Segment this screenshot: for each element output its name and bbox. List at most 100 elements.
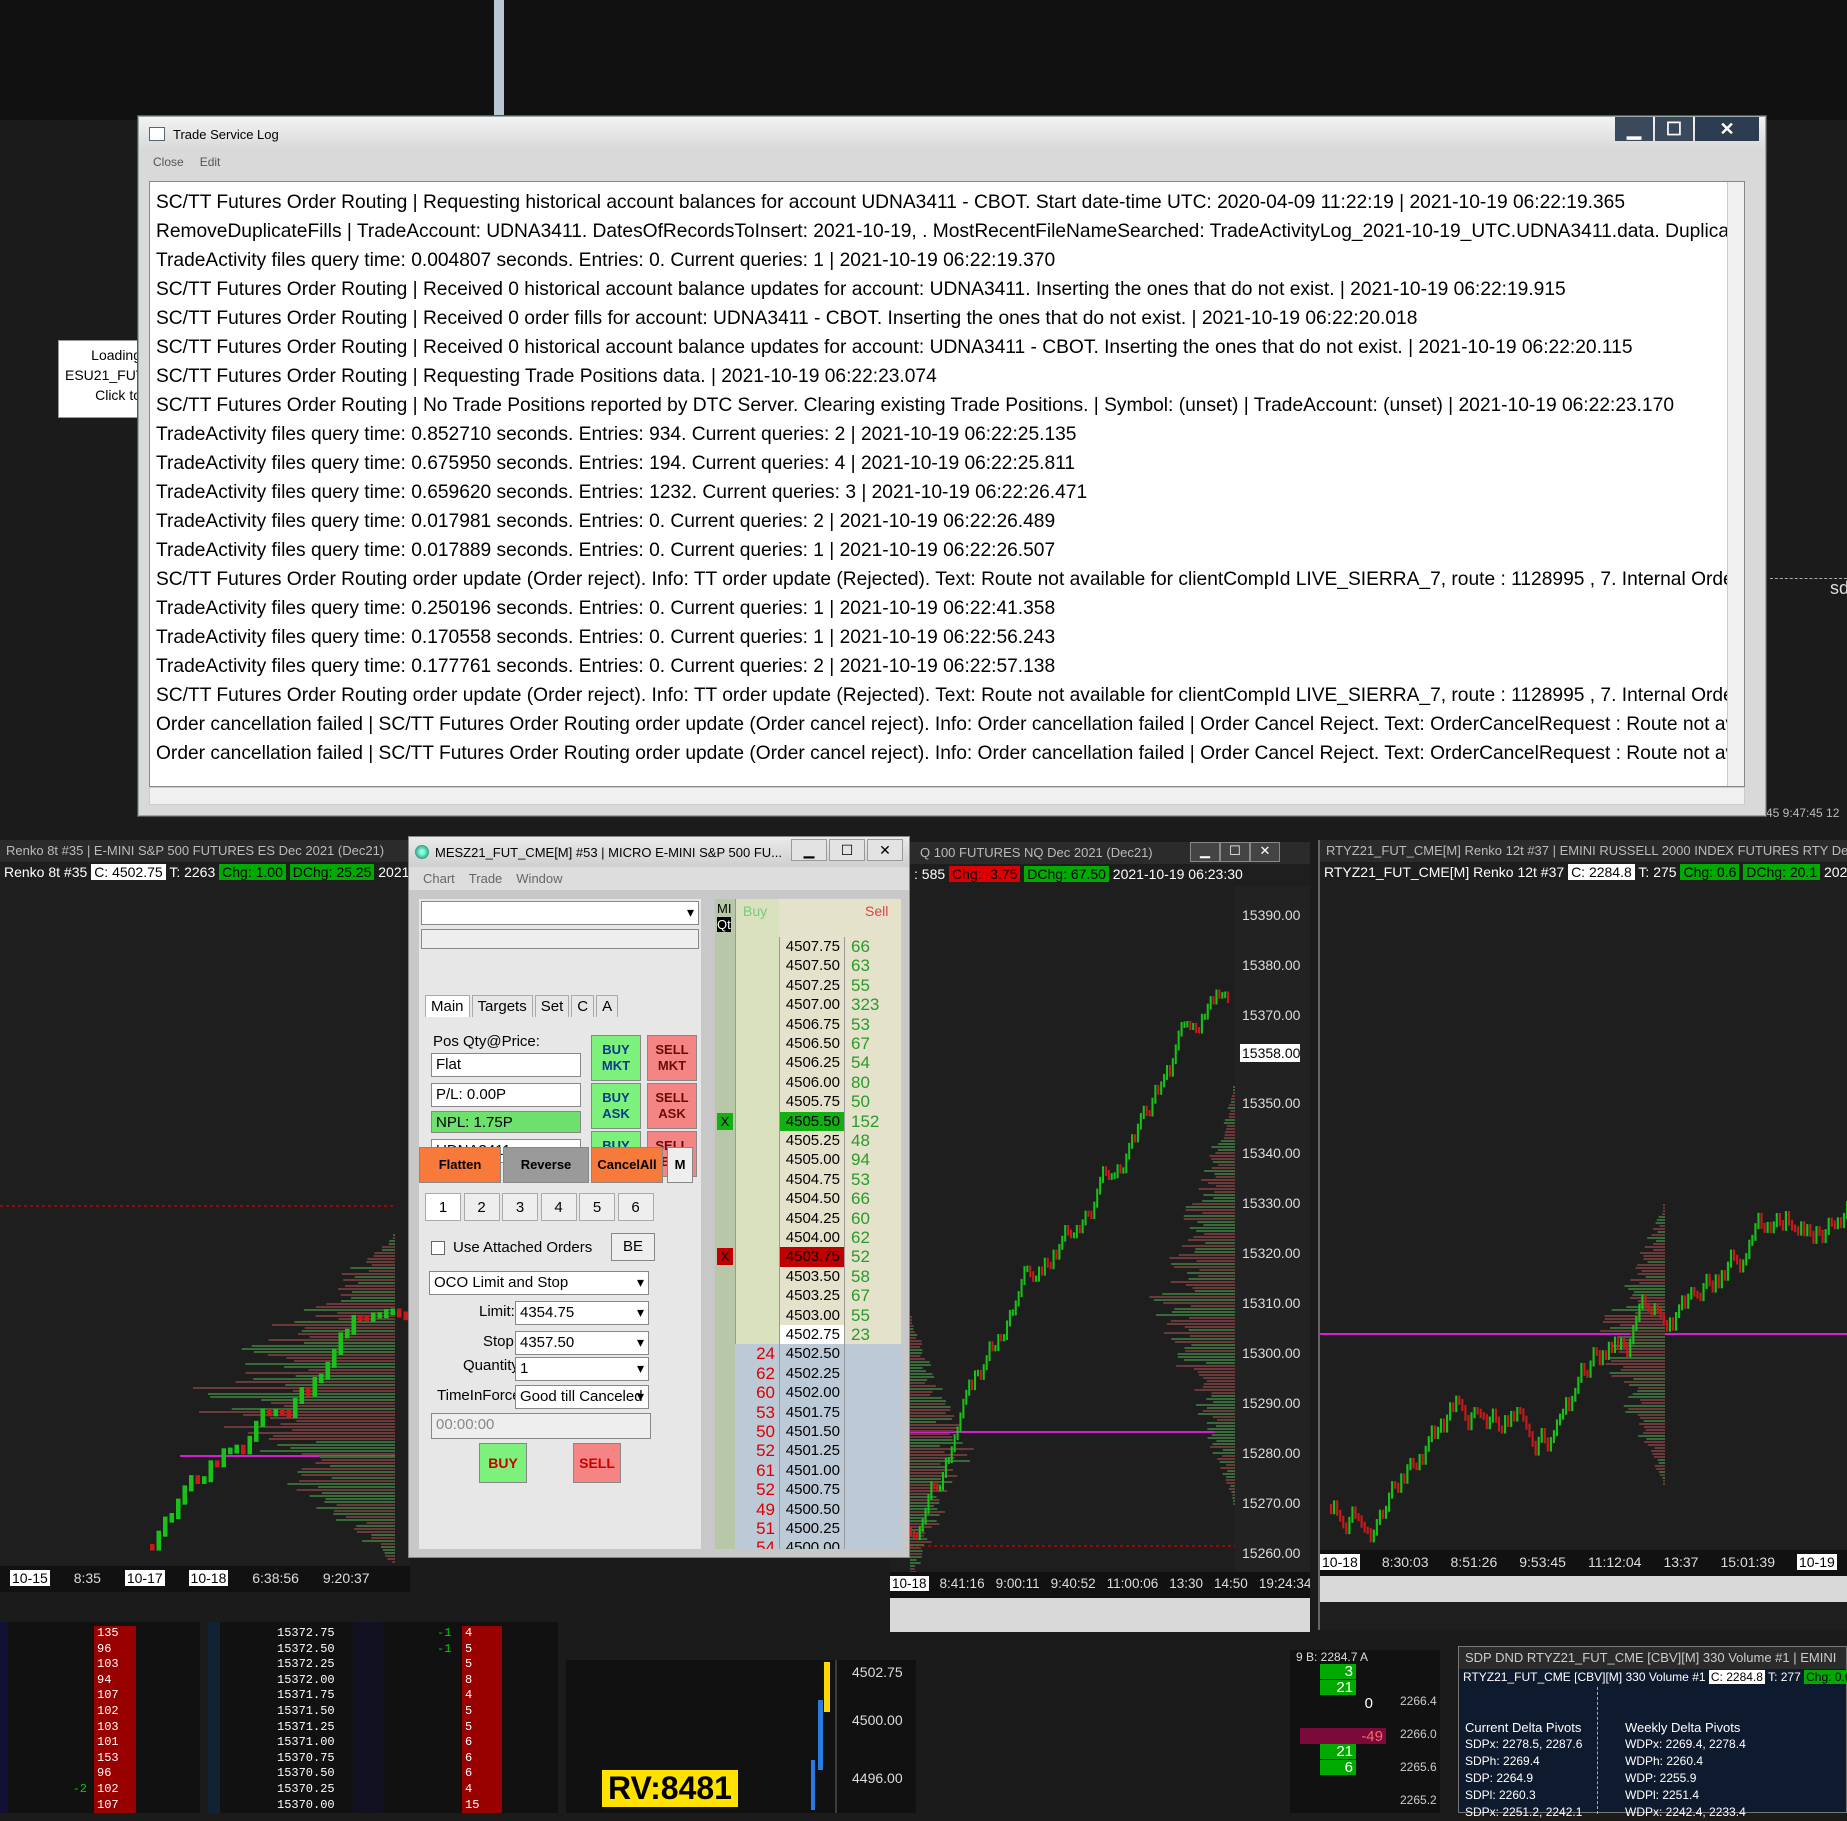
ladder-ask-row[interactable]: 4505.25 48	[715, 1131, 901, 1151]
dom-titlebar[interactable]: MESZ21_FUT_CME[M] #53 | MICRO E-MINI S&P…	[409, 837, 909, 867]
qty-tab-6[interactable]: 6	[617, 1193, 654, 1221]
quantity-input[interactable]: 1	[515, 1357, 649, 1381]
buy-ask-button[interactable]: BUY ASK	[591, 1083, 641, 1129]
candle	[1177, 1030, 1180, 1051]
tab-targets[interactable]: Targets	[471, 995, 533, 1017]
trade-service-log-window[interactable]: Trade Service Log ▁ ☐ ✕ Close Edit SC/TT…	[138, 116, 1766, 816]
ladder-bid-row[interactable]: 4501.50 50	[715, 1422, 901, 1442]
rty-scrollbar[interactable]	[1320, 1576, 1847, 1602]
rty-chart-window[interactable]: RTYZ21_FUT_CME[M] Renko 12t #37 | EMINI …	[1318, 840, 1847, 1630]
ladder-bid-row[interactable]: 4502.50 24	[715, 1344, 901, 1364]
candle	[947, 1457, 950, 1464]
sell-market-button[interactable]: SELL MKT	[647, 1035, 697, 1081]
stop-input[interactable]: 4357.50	[515, 1331, 649, 1355]
log-horizontal-scrollbar[interactable]	[149, 787, 1745, 805]
flatten-button[interactable]: Flatten	[419, 1147, 501, 1183]
be-button[interactable]: BE	[611, 1233, 655, 1261]
ladder-ask-row[interactable]: 4506.75 53	[715, 1014, 901, 1034]
log-titlebar[interactable]: Trade Service Log ▁ ☐ ✕	[139, 117, 1765, 151]
ladder-bid-row[interactable]: 4500.75 52	[715, 1480, 901, 1500]
nq-chart-plot[interactable]: 15390.00 15380.00 15370.00 15358.00 15350.00…	[890, 886, 1310, 1616]
ladder-bid-row[interactable]: 4500.50 49	[715, 1499, 901, 1519]
use-attached-checkbox[interactable]	[431, 1241, 445, 1255]
tab-c[interactable]: C	[571, 995, 595, 1017]
qty-tab-1[interactable]: 1	[425, 1193, 461, 1221]
menu-chart[interactable]: Chart	[423, 871, 455, 886]
nq-minimize-button[interactable]: ▁	[1190, 842, 1220, 862]
ladder-ask-row[interactable]: 4503.25 67	[715, 1286, 901, 1306]
ladder-bid-row[interactable]: 4500.00 54	[715, 1538, 901, 1549]
buy-market-button[interactable]: BUY MKT	[591, 1035, 641, 1081]
minimize-button[interactable]: ▁	[1615, 117, 1653, 141]
ladder-ask-row[interactable]: 4504.75 53	[715, 1169, 901, 1190]
close-button[interactable]: ✕	[1695, 117, 1759, 141]
ladder-ask-row[interactable]: 4504.50 66	[715, 1189, 901, 1209]
trade-dom-window[interactable]: MESZ21_FUT_CME[M] #53 | MICRO E-MINI S&P…	[408, 836, 910, 1558]
ladder-bid-row[interactable]: 4501.75 53	[715, 1402, 901, 1422]
ladder-ask-row[interactable]: 4507.25 55	[715, 975, 901, 996]
rty-chart-plot[interactable]	[1320, 884, 1847, 1584]
menu-trade[interactable]: Trade	[469, 871, 502, 886]
ladder-ask-row[interactable]: 4504.00 62	[715, 1228, 901, 1248]
symbol-select[interactable]	[421, 901, 699, 925]
ladder-ask-row[interactable]: 4507.75 66	[715, 937, 901, 957]
dom-maximize-button[interactable]: ☐	[829, 839, 865, 861]
loading-popup[interactable]: Loading ESU21_FUT Click to	[58, 340, 148, 418]
qty-tab-3[interactable]: 3	[502, 1193, 538, 1221]
sdp-chart-window[interactable]: SDP DND RTYZ21_FUT_CME [CBV][M] 330 Volu…	[1458, 1646, 1847, 1819]
ladder-ask-row[interactable]: 4502.75 23	[715, 1325, 901, 1345]
ladder-bid-row[interactable]: 4501.25 52	[715, 1441, 901, 1461]
ladder-ask-row[interactable]: 4506.50 67	[715, 1034, 901, 1054]
reverse-button[interactable]: Reverse	[503, 1147, 589, 1183]
menu-close[interactable]: Close	[153, 155, 184, 169]
tab-main[interactable]: Main	[425, 995, 470, 1017]
dom-minimize-button[interactable]: ▁	[791, 839, 827, 861]
nq-maximize-button[interactable]: ☐	[1220, 842, 1250, 862]
ladder-ask-row[interactable]: 4505.75 50	[715, 1092, 901, 1112]
ladder-ask-row[interactable]: 4503.50 58	[715, 1266, 901, 1287]
menu-edit[interactable]: Edit	[200, 155, 221, 169]
ladder-ask-row[interactable]: 4503.00 55	[715, 1305, 901, 1325]
nq-scrollbar[interactable]	[890, 1598, 1310, 1632]
log-vertical-scrollbar[interactable]	[1727, 182, 1744, 786]
ladder-ask-row[interactable]: 4505.50 152 X	[715, 1111, 901, 1131]
limit-input[interactable]: 4354.75	[515, 1301, 649, 1325]
m-button[interactable]: M	[667, 1147, 693, 1183]
price-ladder[interactable]: MI Qt Buy Sell 4507.75 66 4507.50 63 4507.25…	[715, 899, 901, 1549]
ladder-bid-row[interactable]: 4502.25 62	[715, 1363, 901, 1384]
nq-chart-window[interactable]: Q 100 FUTURES NQ Dec 2021 (Dec21) ▁ ☐ ✕ …	[890, 842, 1310, 1632]
profile-bar	[1220, 1140, 1235, 1142]
es-chart-window[interactable]: Renko 8t #35 | E-MINI S&P 500 FUTURES ES…	[0, 840, 410, 1592]
dom-close-button[interactable]: ✕	[867, 839, 903, 861]
buy-button[interactable]: BUY	[479, 1443, 527, 1483]
maximize-button[interactable]: ☐	[1655, 117, 1693, 141]
cancel-all-button[interactable]: CancelAll	[591, 1147, 663, 1183]
ladder-ask-row[interactable]: 4506.00 80	[715, 1072, 901, 1093]
ladder-ask-row[interactable]: 4506.25 54	[715, 1053, 901, 1073]
es-chart-plot[interactable]	[0, 884, 410, 1564]
ladder-bid-row[interactable]: 4502.00 60	[715, 1383, 901, 1403]
sell-ask-button[interactable]: SELL ASK	[647, 1083, 697, 1129]
ladder-ask-row[interactable]: 4504.25 60	[715, 1208, 901, 1228]
profile-bar	[910, 1490, 948, 1492]
tif-select[interactable]: Good till Canceled	[515, 1385, 649, 1409]
sell-button[interactable]: SELL	[573, 1443, 621, 1483]
tab-a[interactable]: A	[596, 995, 619, 1017]
order-type-select[interactable]: OCO Limit and Stop	[429, 1271, 649, 1295]
ladder-ask-row[interactable]: 4505.00 94	[715, 1150, 901, 1170]
ladder-ask-row[interactable]: 4507.00 323	[715, 995, 901, 1015]
tab-set[interactable]: Set	[534, 995, 570, 1017]
ladder-ask-row[interactable]: 4507.50 63	[715, 956, 901, 976]
ladder-bid-row[interactable]: 4501.00 61	[715, 1460, 901, 1481]
qty-tab-4[interactable]: 4	[540, 1193, 577, 1221]
menu-window[interactable]: Window	[516, 871, 562, 886]
ladder-ask-row[interactable]: 4503.75 52 X	[715, 1247, 901, 1267]
qty-tab-2[interactable]: 2	[463, 1193, 500, 1221]
profile-bar	[1657, 1231, 1665, 1233]
log-text-area[interactable]: SC/TT Futures Order Routing | Requesting…	[149, 181, 1745, 787]
qty-tab-5[interactable]: 5	[579, 1193, 615, 1221]
pl-field: P/L: 0.00P	[431, 1083, 581, 1107]
nq-close-button[interactable]: ✕	[1250, 842, 1280, 862]
ladder-bid-row[interactable]: 4500.25 51	[715, 1519, 901, 1539]
profile-bar	[1607, 1357, 1665, 1359]
